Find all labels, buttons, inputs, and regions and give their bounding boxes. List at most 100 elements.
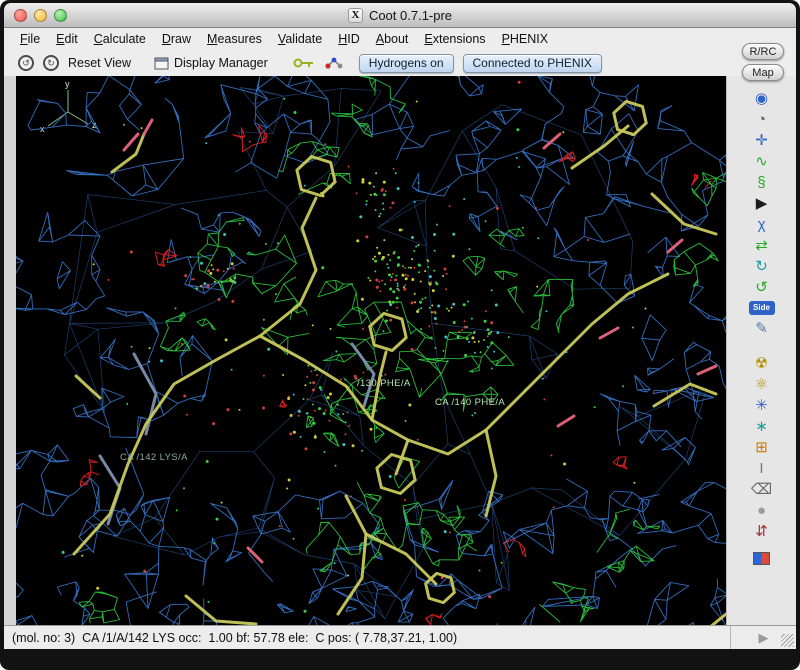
- menu-measures[interactable]: Measures: [199, 30, 270, 48]
- map-dot: [356, 239, 359, 242]
- map-dot: [184, 274, 187, 277]
- translate-zone-icon[interactable]: ✛: [749, 130, 775, 151]
- menu-file[interactable]: File: [12, 30, 48, 48]
- add-terminal-residue-icon[interactable]: ✳: [749, 395, 775, 416]
- map-dot: [435, 282, 438, 285]
- rotamers-icon[interactable]: ↺: [749, 277, 775, 298]
- traffic-lights: [14, 9, 67, 22]
- map-dot: [411, 258, 413, 260]
- side-chain-badge[interactable]: Side: [749, 301, 775, 315]
- place-atom-icon[interactable]: ⊞: [749, 437, 775, 458]
- ideal-dna-icon[interactable]: I: [749, 458, 775, 479]
- map-dot: [536, 286, 538, 288]
- map-dot: [330, 328, 332, 330]
- mutate-residue-icon[interactable]: ⚛: [749, 374, 775, 395]
- map-dot: [388, 273, 391, 276]
- molecule-icon[interactable]: [324, 56, 344, 70]
- mesh-path: [463, 229, 524, 280]
- map-dot: [410, 267, 412, 269]
- map-dot: [418, 271, 420, 273]
- map-dot: [543, 398, 545, 400]
- gl-canvas[interactable]: y x z CA /142 LYS/A /130 PHE/A CA /140 P…: [16, 76, 726, 625]
- map-dot: [387, 267, 389, 269]
- resize-grip[interactable]: [781, 634, 794, 647]
- map-dot: [287, 397, 290, 400]
- rrc-button[interactable]: R/RC: [742, 43, 784, 60]
- map-dot: [365, 235, 368, 238]
- rotate-translate-icon[interactable]: ⇄: [749, 235, 775, 256]
- key-icon[interactable]: [293, 57, 315, 69]
- map-dot: [288, 479, 291, 482]
- map-dot: [239, 223, 241, 225]
- map-dot: [289, 432, 292, 435]
- map-dot: [209, 272, 212, 275]
- map-dot: [396, 307, 398, 309]
- menu-about[interactable]: About: [368, 30, 417, 48]
- map-dot: [294, 111, 297, 114]
- map-dot: [422, 298, 424, 300]
- delete-item-icon[interactable]: ⌫: [749, 479, 775, 500]
- map-dot: [432, 289, 435, 292]
- auto-fit-rotamer-icon[interactable]: ↻: [749, 256, 775, 277]
- menu-extensions[interactable]: Extensions: [416, 30, 493, 48]
- mesh-path: [160, 312, 215, 351]
- map-dot: [359, 215, 362, 218]
- title-bar[interactable]: X Coot 0.7.1-pre: [4, 3, 796, 28]
- map-dot: [389, 303, 392, 306]
- view-sphere-icon[interactable]: ◉: [749, 88, 775, 109]
- regularize-zone-icon[interactable]: §: [749, 172, 775, 193]
- mesh-path: [198, 218, 297, 298]
- map-dot: [471, 414, 473, 416]
- map-dot: [375, 172, 377, 174]
- zoom-button[interactable]: [54, 9, 67, 22]
- mesh-path: [155, 250, 177, 267]
- map-dot: [361, 298, 364, 301]
- edit-backbone-icon[interactable]: ✎: [749, 318, 775, 339]
- map-dot: [488, 595, 491, 598]
- add-alt-conf-icon[interactable]: ∗: [749, 416, 775, 437]
- map-dot: [176, 509, 178, 511]
- real-space-refine-icon[interactable]: ∿: [749, 151, 775, 172]
- map-dot: [175, 307, 177, 309]
- mesh-path: [613, 457, 627, 469]
- reset-view-button[interactable]: Reset View: [68, 56, 131, 70]
- map-dot: [493, 351, 495, 353]
- issues-flag-icon[interactable]: [753, 552, 770, 565]
- flip-arrows-icon[interactable]: ⇵: [749, 521, 775, 542]
- display-manager-button[interactable]: Display Manager: [154, 56, 268, 70]
- map-dot: [633, 482, 635, 484]
- map-dot: [373, 186, 375, 188]
- menu-phenix[interactable]: PHENIX: [494, 30, 557, 48]
- map-dot: [449, 205, 451, 207]
- chi-angles-icon[interactable]: χ: [749, 214, 775, 235]
- rigid-body-fit-icon[interactable]: ▶: [749, 193, 775, 214]
- menu-edit[interactable]: Edit: [48, 30, 86, 48]
- map-dot: [376, 194, 378, 196]
- redo-icon[interactable]: ↻: [43, 55, 59, 71]
- clock-icon[interactable]: ◔: [749, 109, 775, 130]
- map-dot: [402, 274, 405, 277]
- phenix-status-button[interactable]: Connected to PHENIX: [463, 54, 602, 73]
- map-dot: [587, 239, 589, 241]
- right-toolbar: ◉◔✛∿§▶χ⇄↻↺ Side ✎ ☢⚛✳∗⊞I⌫●⇵: [726, 76, 796, 625]
- display-manager-icon: [154, 57, 169, 70]
- map-dot: [491, 368, 493, 370]
- menu-hid[interactable]: HID: [330, 30, 368, 48]
- play-icon[interactable]: ▶: [759, 630, 769, 646]
- map-dot: [231, 369, 233, 371]
- gray-sphere-icon[interactable]: ●: [749, 500, 775, 521]
- hydrogens-toggle[interactable]: Hydrogens on: [359, 54, 454, 73]
- undo-icon[interactable]: ↺: [18, 55, 34, 71]
- minimize-button[interactable]: [34, 9, 47, 22]
- main-area: y x z CA /142 LYS/A /130 PHE/A CA /140 P…: [4, 76, 796, 625]
- map-button[interactable]: Map: [742, 64, 784, 81]
- close-button[interactable]: [14, 9, 27, 22]
- map-dot: [365, 204, 367, 206]
- menu-validate[interactable]: Validate: [270, 30, 330, 48]
- map-dot: [395, 172, 397, 174]
- map-dot: [508, 336, 510, 338]
- map-dot: [425, 297, 427, 299]
- menu-calculate[interactable]: Calculate: [86, 30, 154, 48]
- radiation-icon[interactable]: ☢: [749, 353, 775, 374]
- menu-draw[interactable]: Draw: [154, 30, 199, 48]
